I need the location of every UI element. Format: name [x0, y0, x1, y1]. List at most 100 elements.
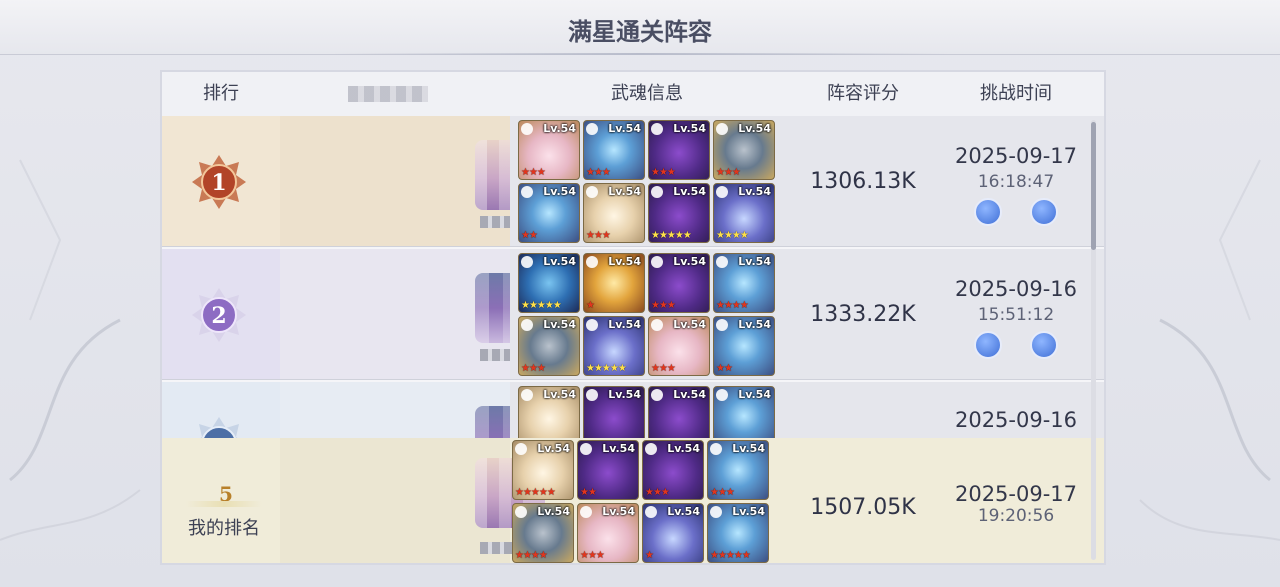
my-ranking-row[interactable]: 5 我的排名 Lv.54 ★★★★★ Lv.54 ★★ Lv.54 ★★★ Lv.54 ★★★… [162, 438, 1104, 563]
challenge-time: 2025-09-17 19:20:56 [948, 482, 1084, 526]
card-stars: ★ [586, 300, 595, 311]
soul-card[interactable]: Lv.54 [648, 386, 710, 438]
soul-card[interactable]: Lv.54 ★★★★ [713, 183, 775, 243]
element-icon [586, 123, 598, 135]
card-level: Lv.54 [602, 442, 635, 455]
element-icon [716, 319, 728, 331]
title-divider [330, 53, 950, 55]
power-score: 1333.22K [810, 302, 916, 327]
table-row-partial[interactable]: Lv.54 Lv.54 Lv.54 Lv.54 2025-09-16 [162, 382, 1104, 438]
soul-card[interactable]: Lv.54 ★★★ [577, 503, 639, 563]
element-icon [586, 319, 598, 331]
element-icon [586, 256, 598, 268]
card-level: Lv.54 [673, 255, 706, 268]
camera-search-icon[interactable] [1029, 331, 1058, 359]
rank-cell: 2 [162, 249, 280, 380]
soul-card[interactable]: Lv.54 [518, 386, 580, 438]
card-level: Lv.54 [673, 122, 706, 135]
soul-card[interactable]: Lv.54 ★★★ [642, 440, 704, 500]
element-icon [651, 123, 663, 135]
formation-grid[interactable]: Lv.54 ★★★★★ Lv.54 ★ Lv.54 ★★★ Lv.54 ★★★★ Lv.54 ★★… [518, 253, 778, 379]
formation-grid[interactable]: Lv.54 ★★★ Lv.54 ★★★ Lv.54 ★★★ Lv.54 ★★★ Lv.54 ★★ L… [518, 120, 778, 246]
card-level: Lv.54 [608, 255, 641, 268]
soul-card[interactable]: Lv.54 ★★★★★ [518, 253, 580, 313]
table-row[interactable]: Lv.54 Lv.54 Lv.54 Lv.54 2025-09-16 [162, 382, 1104, 438]
soul-card[interactable]: Lv.54 ★★ [518, 183, 580, 243]
card-level: Lv.54 [738, 122, 771, 135]
row-divider [162, 246, 1104, 247]
challenge-date: 2025-09-16 [954, 277, 1078, 301]
formation-grid[interactable]: Lv.54 Lv.54 Lv.54 Lv.54 [518, 386, 778, 438]
player-cell[interactable] [280, 438, 545, 563]
element-icon [515, 443, 527, 455]
card-level: Lv.54 [537, 442, 570, 455]
rank-medal-icon: 2 [192, 288, 246, 342]
card-level: Lv.54 [667, 505, 700, 518]
soul-card[interactable]: Lv.54 ★★★★★ [648, 183, 710, 243]
element-icon [651, 186, 663, 198]
soul-card[interactable]: Lv.54 ★★★★★ [707, 503, 769, 563]
player-cell[interactable] [280, 116, 545, 247]
soul-card[interactable]: Lv.54 ★★★ [648, 120, 710, 180]
soul-card[interactable]: Lv.54 ★ [583, 253, 645, 313]
element-icon [651, 256, 663, 268]
soul-card[interactable]: Lv.54 ★ [642, 503, 704, 563]
rank-medal-icon: 1 [192, 155, 246, 209]
soul-card[interactable]: Lv.54 ★★★ [518, 316, 580, 376]
soul-card[interactable]: Lv.54 ★★★ [648, 316, 710, 376]
video-camera-icon[interactable] [974, 198, 1003, 226]
element-icon [580, 443, 592, 455]
card-stars: ★★★ [586, 167, 611, 178]
header-player-blurred [348, 86, 428, 102]
card-level: Lv.54 [608, 388, 641, 401]
card-level: Lv.54 [738, 185, 771, 198]
card-stars: ★★★ [651, 363, 676, 374]
formation-grid[interactable]: Lv.54 ★★★★★ Lv.54 ★★ Lv.54 ★★★ Lv.54 ★★★ Lv.54 ★★… [512, 440, 772, 563]
soul-card[interactable]: Lv.54 [583, 386, 645, 438]
soul-card[interactable]: Lv.54 ★★★★ [512, 503, 574, 563]
soul-card[interactable]: Lv.54 ★★★★★ [583, 316, 645, 376]
card-level: Lv.54 [537, 505, 570, 518]
card-level: Lv.54 [608, 185, 641, 198]
soul-card[interactable]: Lv.54 [713, 386, 775, 438]
card-level: Lv.54 [667, 442, 700, 455]
challenge-date: 2025-09-17 [954, 144, 1078, 168]
element-icon [645, 443, 657, 455]
element-icon [515, 506, 527, 518]
challenge-clock: 15:51:12 [977, 305, 1055, 325]
rank-number: 1 [211, 170, 226, 196]
soul-card[interactable]: Lv.54 ★★★★ [713, 253, 775, 313]
soul-card[interactable]: Lv.54 ★★★ [583, 120, 645, 180]
card-level: Lv.54 [602, 505, 635, 518]
element-icon [716, 186, 728, 198]
rank-cell: 1 [162, 116, 280, 247]
card-level: Lv.54 [673, 318, 706, 331]
element-icon [710, 506, 722, 518]
challenge-time: 2025-09-16 15:51:12 [948, 277, 1084, 361]
soul-card[interactable]: Lv.54 ★★ [577, 440, 639, 500]
soul-card[interactable]: Lv.54 ★★★ [648, 253, 710, 313]
card-level: Lv.54 [738, 255, 771, 268]
camera-search-icon[interactable] [1029, 198, 1058, 226]
video-camera-icon[interactable] [974, 331, 1003, 359]
soul-card[interactable]: Lv.54 ★★ [713, 316, 775, 376]
card-stars: ★★★ [710, 487, 735, 498]
player-cell[interactable] [280, 249, 545, 380]
challenge-date: 2025-09-17 [954, 482, 1078, 506]
challenge-time: 2025-09-17 16:18:47 [948, 144, 1084, 228]
card-level: Lv.54 [543, 255, 576, 268]
soul-card[interactable]: Lv.54 ★★★★★ [512, 440, 574, 500]
table-row[interactable]: 1 Lv.54 ★★★ Lv.54 ★★★ Lv.54 ★★★ Lv.54 ★★★ Lv.54 ★… [162, 116, 1104, 247]
player-cell[interactable] [280, 382, 545, 438]
soul-card[interactable]: Lv.54 ★★★ [518, 120, 580, 180]
card-level: Lv.54 [738, 318, 771, 331]
element-icon [716, 389, 728, 401]
scrollbar-thumb[interactable] [1091, 122, 1096, 250]
element-icon [651, 389, 663, 401]
rank-number: 2 [211, 303, 226, 329]
soul-card[interactable]: Lv.54 ★★★ [713, 120, 775, 180]
soul-card[interactable]: Lv.54 ★★★ [707, 440, 769, 500]
table-row[interactable]: 2 Lv.54 ★★★★★ Lv.54 ★ Lv.54 ★★★ Lv.54 ★★★★ Lv.54… [162, 249, 1104, 380]
card-level: Lv.54 [608, 318, 641, 331]
soul-card[interactable]: Lv.54 ★★★ [583, 183, 645, 243]
